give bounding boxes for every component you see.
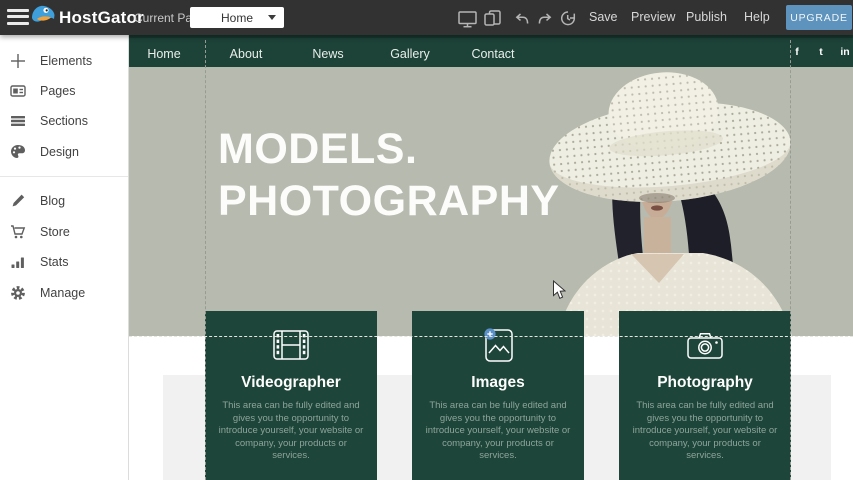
builder-sidebar: Elements Pages Sections Design (0, 35, 129, 480)
page-select[interactable]: Home (190, 7, 284, 28)
publish-button[interactable]: Publish (686, 10, 727, 24)
sidebar-item-label: Sections (40, 114, 88, 128)
help-button[interactable]: Help (744, 10, 770, 24)
app-window: HostGator Current Page: Home (0, 0, 853, 480)
sidebar-item-blog[interactable]: Blog (10, 191, 122, 211)
sidebar-item-label: Design (40, 145, 79, 159)
hero-title-line1: MODELS. (218, 123, 560, 175)
save-button[interactable]: Save (589, 10, 618, 24)
site-nav-home[interactable]: Home (134, 47, 194, 61)
plus-icon (10, 53, 27, 70)
sidebar-item-label: Elements (40, 54, 92, 68)
sidebar-item-label: Stats (40, 255, 69, 269)
stats-icon (10, 254, 27, 271)
menu-icon[interactable] (7, 9, 29, 25)
sidebar-item-label: Store (40, 225, 70, 239)
cart-icon (10, 224, 27, 241)
sidebar-item-elements[interactable]: Elements (10, 51, 122, 71)
site-nav-news[interactable]: News (298, 47, 358, 61)
sidebar-item-label: Blog (40, 194, 65, 208)
sidebar-item-store[interactable]: Store (10, 222, 122, 242)
pages-icon (10, 83, 27, 100)
card-title: Images (471, 374, 524, 392)
site-canvas: Home About News Gallery Contact f t in (129, 35, 853, 480)
sections-icon (10, 113, 27, 130)
linkedin-icon[interactable]: in (836, 46, 853, 58)
pencil-icon (10, 193, 27, 210)
hostgator-logo: HostGator (30, 4, 144, 31)
builder-guide-hero-bottom (129, 336, 853, 337)
history-icon[interactable] (559, 10, 576, 32)
palette-icon (10, 144, 27, 161)
sidebar-item-sections[interactable]: Sections (10, 111, 122, 131)
chevron-down-icon (268, 15, 276, 20)
camera-icon (687, 327, 723, 363)
site-nav-contact[interactable]: Contact (463, 47, 523, 61)
sidebar-item-stats[interactable]: Stats (10, 252, 122, 272)
twitter-icon[interactable]: t (812, 46, 830, 58)
sidebar-item-manage[interactable]: Manage (10, 283, 122, 303)
site-navbar: Home About News Gallery Contact f t in (129, 35, 853, 67)
sidebar-item-label: Pages (40, 84, 75, 98)
builder-guide-right (790, 40, 791, 480)
hero-title-line2: PHOTOGRAPHY (218, 175, 560, 227)
gear-icon (10, 285, 27, 302)
site-nav-gallery[interactable]: Gallery (380, 47, 440, 61)
page-select-value: Home (221, 11, 253, 25)
undo-icon[interactable] (514, 12, 529, 30)
card-body: This area can be fully edited and gives … (630, 400, 780, 463)
builder-guide-left (205, 40, 206, 480)
sidebar-divider (0, 176, 128, 177)
film-icon (273, 327, 309, 363)
card-title: Photography (657, 374, 753, 392)
image-plus-icon (482, 327, 514, 363)
card-title: Videographer (241, 374, 341, 392)
preview-button[interactable]: Preview (631, 10, 675, 24)
upgrade-button[interactable]: UPGRADE (786, 5, 852, 30)
mouse-cursor (552, 280, 566, 300)
hero-section[interactable]: MODELS. PHOTOGRAPHY (129, 67, 853, 336)
sidebar-item-label: Manage (40, 286, 85, 300)
hero-model-photo (543, 67, 853, 336)
redo-icon[interactable] (538, 12, 553, 30)
gator-mascot-icon (30, 2, 56, 33)
card-body: This area can be fully edited and gives … (423, 400, 573, 463)
top-toolbar: HostGator Current Page: Home (0, 0, 853, 35)
desktop-preview-icon[interactable] (458, 11, 477, 33)
sidebar-item-design[interactable]: Design (10, 142, 122, 162)
site-nav-about[interactable]: About (216, 47, 276, 61)
card-body: This area can be fully edited and gives … (216, 400, 366, 463)
brand-name: HostGator (59, 8, 144, 28)
sidebar-item-pages[interactable]: Pages (10, 81, 122, 101)
responsive-preview-icon[interactable] (484, 10, 501, 31)
hero-title[interactable]: MODELS. PHOTOGRAPHY (218, 123, 560, 227)
